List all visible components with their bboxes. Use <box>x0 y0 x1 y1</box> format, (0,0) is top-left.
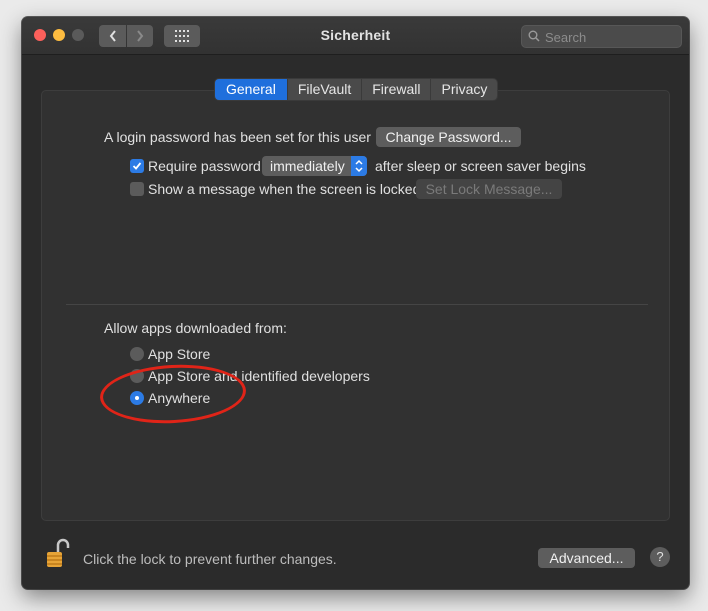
system-preferences-window: Sicherheit General FileVault Firewall Pr… <box>22 17 689 589</box>
checkmark-icon <box>132 162 142 170</box>
radio-app-store[interactable] <box>130 347 144 361</box>
advanced-button[interactable]: Advanced... <box>538 548 635 568</box>
chevron-updown-icon <box>355 159 363 173</box>
help-button[interactable]: ? <box>650 547 670 567</box>
select-arrows <box>351 156 367 176</box>
settings-panel <box>41 90 670 521</box>
show-message-checkbox[interactable] <box>130 182 144 196</box>
radio-app-store-label: App Store <box>148 346 211 362</box>
section-divider <box>66 304 648 305</box>
search-icon <box>528 30 540 42</box>
login-password-label: A login password has been set for this u… <box>104 129 371 145</box>
unlocked-padlock-icon[interactable] <box>46 538 70 570</box>
change-password-button[interactable]: Change Password... <box>376 127 521 147</box>
allow-apps-label: Allow apps downloaded from: <box>104 320 287 336</box>
titlebar: Sicherheit <box>22 17 689 55</box>
tab-firewall[interactable]: Firewall <box>362 79 432 100</box>
set-lock-message-button[interactable]: Set Lock Message... <box>416 179 562 199</box>
require-password-label: Require password <box>148 158 261 174</box>
require-password-suffix: after sleep or screen saver begins <box>375 158 586 174</box>
search-field[interactable] <box>521 25 682 48</box>
lock-status-text: Click the lock to prevent further change… <box>83 551 337 567</box>
tab-general[interactable]: General <box>215 79 288 100</box>
require-password-checkbox[interactable] <box>130 159 144 173</box>
show-message-label: Show a message when the screen is locked <box>148 181 421 197</box>
tab-privacy[interactable]: Privacy <box>431 79 497 100</box>
tab-filevault[interactable]: FileVault <box>288 79 363 100</box>
require-password-value: immediately <box>270 158 345 174</box>
search-input[interactable] <box>543 27 679 47</box>
tab-bar: General FileVault Firewall Privacy <box>215 79 498 100</box>
require-password-select[interactable]: immediately <box>262 156 367 176</box>
